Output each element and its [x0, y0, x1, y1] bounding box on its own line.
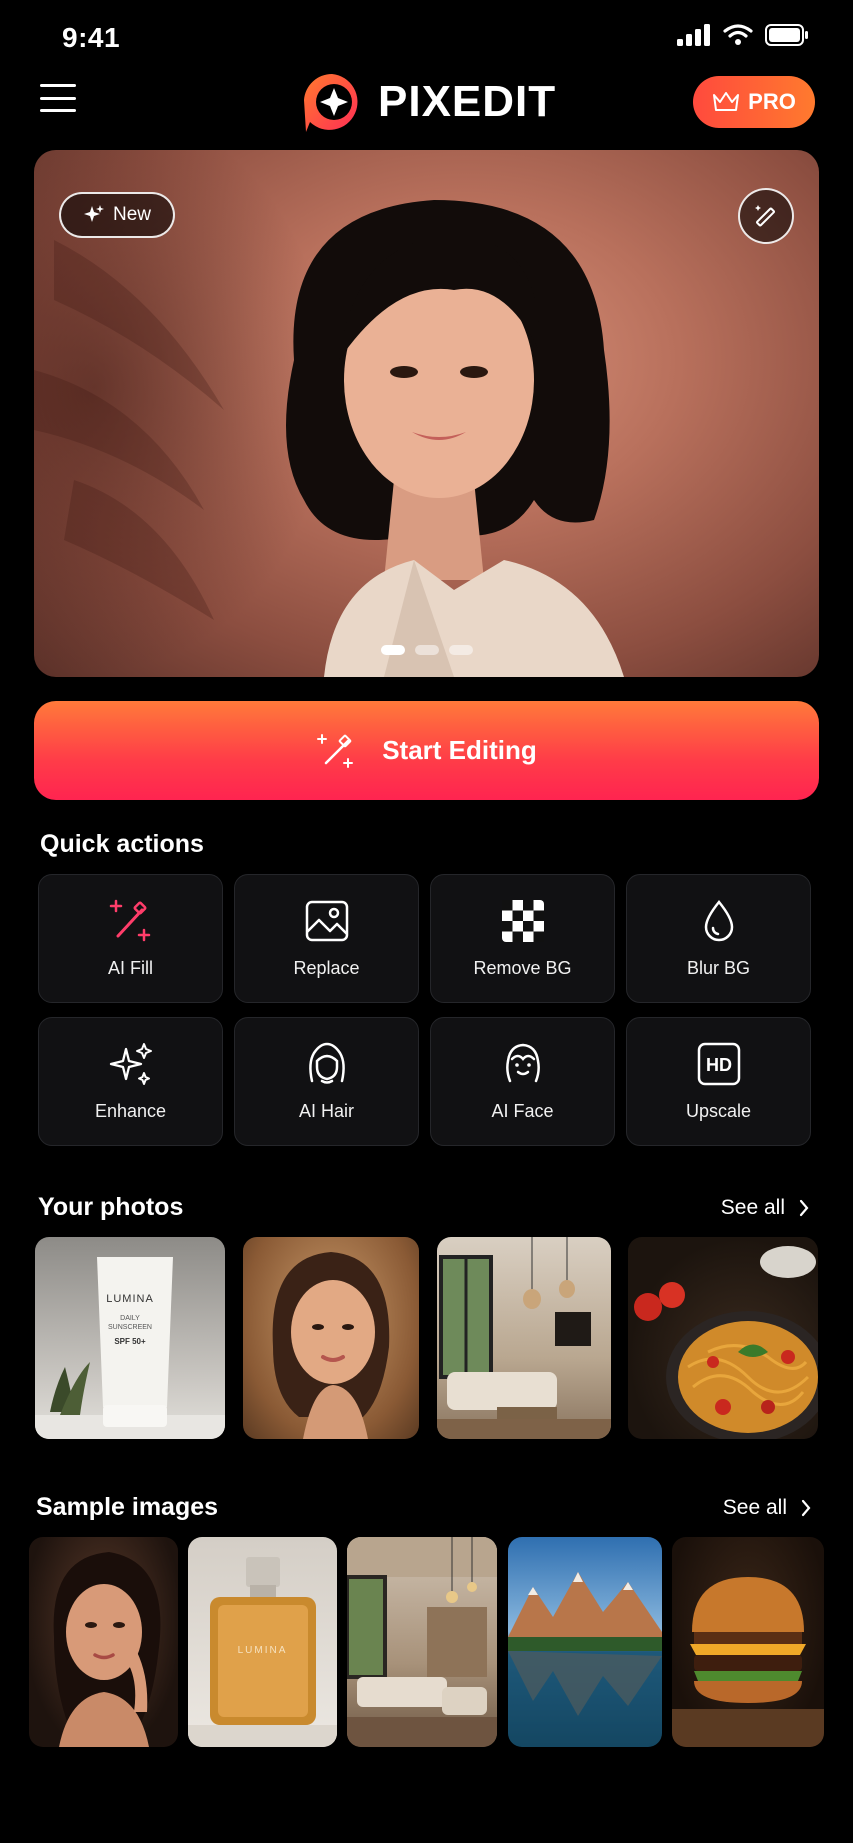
image-icon [304, 898, 350, 944]
burger-image [672, 1577, 824, 1747]
product-brand-text: LUMINA [106, 1293, 154, 1305]
ai-fill-wand-icon [108, 898, 154, 944]
pro-label: PRO [748, 89, 796, 114]
hero-banner[interactable]: New [34, 150, 819, 677]
hd-icon: HD [696, 1041, 742, 1087]
new-badge-label: New [112, 204, 151, 225]
sample-images-title: Sample images [36, 1493, 219, 1521]
quick-action-label: AI Fill [108, 958, 153, 978]
checkerboard-icon [500, 898, 546, 944]
brand: PIXEDIT [300, 70, 556, 134]
your-photos-title: Your photos [38, 1193, 184, 1221]
quick-actions-grid: AI Fill Replace Remove BG Blur BG Enhanc… [38, 874, 811, 1146]
battery-icon [765, 24, 808, 46]
brand-name: PIXEDIT [378, 77, 557, 126]
pixedit-logo-icon [304, 73, 358, 132]
sample-thumbnail-perfume[interactable]: LUMINA [188, 1537, 337, 1747]
see-all-label: See all [720, 1196, 785, 1219]
chevron-right-icon [801, 1499, 811, 1517]
magic-wand-button[interactable] [738, 188, 794, 244]
quick-action-enhance[interactable]: Enhance [38, 1017, 223, 1146]
new-badge[interactable]: New [59, 192, 175, 238]
your-photos-see-all[interactable]: See all [721, 1196, 809, 1220]
quick-action-label: Upscale [685, 1101, 752, 1121]
quick-action-upscale[interactable]: HD Upscale [626, 1017, 811, 1146]
app-header: PIXEDIT PRO [0, 70, 853, 134]
carousel-dot-1[interactable] [380, 645, 405, 655]
living-room-image [437, 1237, 611, 1439]
quick-action-blur-bg[interactable]: Blur BG [626, 874, 811, 1003]
product-line-1: DAILY [120, 1315, 140, 1322]
droplet-icon [696, 898, 742, 944]
sample-thumbnail-burger[interactable] [672, 1537, 824, 1747]
perfume-label-text: LUMINA [237, 1645, 288, 1656]
status-time: 9:41 [62, 22, 121, 53]
quick-action-ai-hair[interactable]: AI Hair [234, 1017, 419, 1146]
sparkle-icon [83, 205, 104, 222]
quick-action-label: AI Hair [298, 1101, 354, 1121]
sample-thumbnail-portrait[interactable] [29, 1537, 178, 1747]
hair-icon [304, 1041, 350, 1087]
wifi-icon [723, 24, 753, 45]
photo-thumbnail-living-room[interactable] [437, 1237, 611, 1439]
start-editing-label: Start Editing [382, 735, 537, 765]
chevron-right-icon [799, 1199, 809, 1217]
perfume-bottle-image [188, 1557, 337, 1747]
product-line-3: SPF 50+ [114, 1337, 146, 1346]
portrait-image [53, 1552, 161, 1747]
menu-button[interactable] [40, 84, 76, 112]
quick-action-label: AI Face [491, 1101, 554, 1121]
see-all-label: See all [722, 1496, 787, 1519]
signal-icon [677, 24, 710, 46]
photo-thumbnail-pasta[interactable] [628, 1237, 818, 1439]
quick-action-label: Replace [293, 958, 360, 978]
portrait-image [272, 1252, 390, 1439]
pro-button[interactable]: PRO [693, 76, 815, 128]
carousel-indicator [34, 645, 819, 655]
quick-action-ai-fill[interactable]: AI Fill [38, 874, 223, 1003]
magic-wand-icon [317, 733, 354, 768]
interior-image [347, 1537, 497, 1747]
carousel-dot-2[interactable] [414, 645, 439, 655]
quick-action-ai-face[interactable]: AI Face [430, 1017, 615, 1146]
sample-images-see-all[interactable]: See all [723, 1496, 811, 1520]
product-line-2: SUNSCREEN [108, 1324, 152, 1331]
quick-action-label: Remove BG [473, 958, 572, 978]
sparkles-icon [108, 1041, 154, 1087]
photo-thumbnail-portrait[interactable] [243, 1237, 419, 1439]
quick-action-label: Blur BG [686, 958, 751, 978]
crown-icon [713, 92, 740, 111]
photo-thumbnail-sunscreen[interactable]: LUMINA DAILY SUNSCREEN SPF 50+ [35, 1237, 225, 1439]
start-editing-button[interactable]: Start Editing [34, 701, 819, 800]
sample-thumbnail-mountains[interactable] [508, 1537, 662, 1747]
sample-thumbnail-interior[interactable] [347, 1537, 497, 1747]
face-icon [500, 1041, 546, 1087]
quick-actions-title: Quick actions [40, 830, 204, 858]
carousel-dot-3[interactable] [448, 645, 473, 655]
mountain-lake-image [508, 1572, 662, 1747]
svg-text:HD: HD [706, 1055, 732, 1075]
magic-wand-icon [755, 205, 775, 227]
quick-action-replace[interactable]: Replace [234, 874, 419, 1003]
quick-action-label: Enhance [94, 1101, 167, 1121]
pasta-image [634, 1246, 818, 1439]
status-bar: 9:41 [0, 0, 853, 76]
quick-action-remove-bg[interactable]: Remove BG [430, 874, 615, 1003]
status-icons [677, 24, 809, 46]
